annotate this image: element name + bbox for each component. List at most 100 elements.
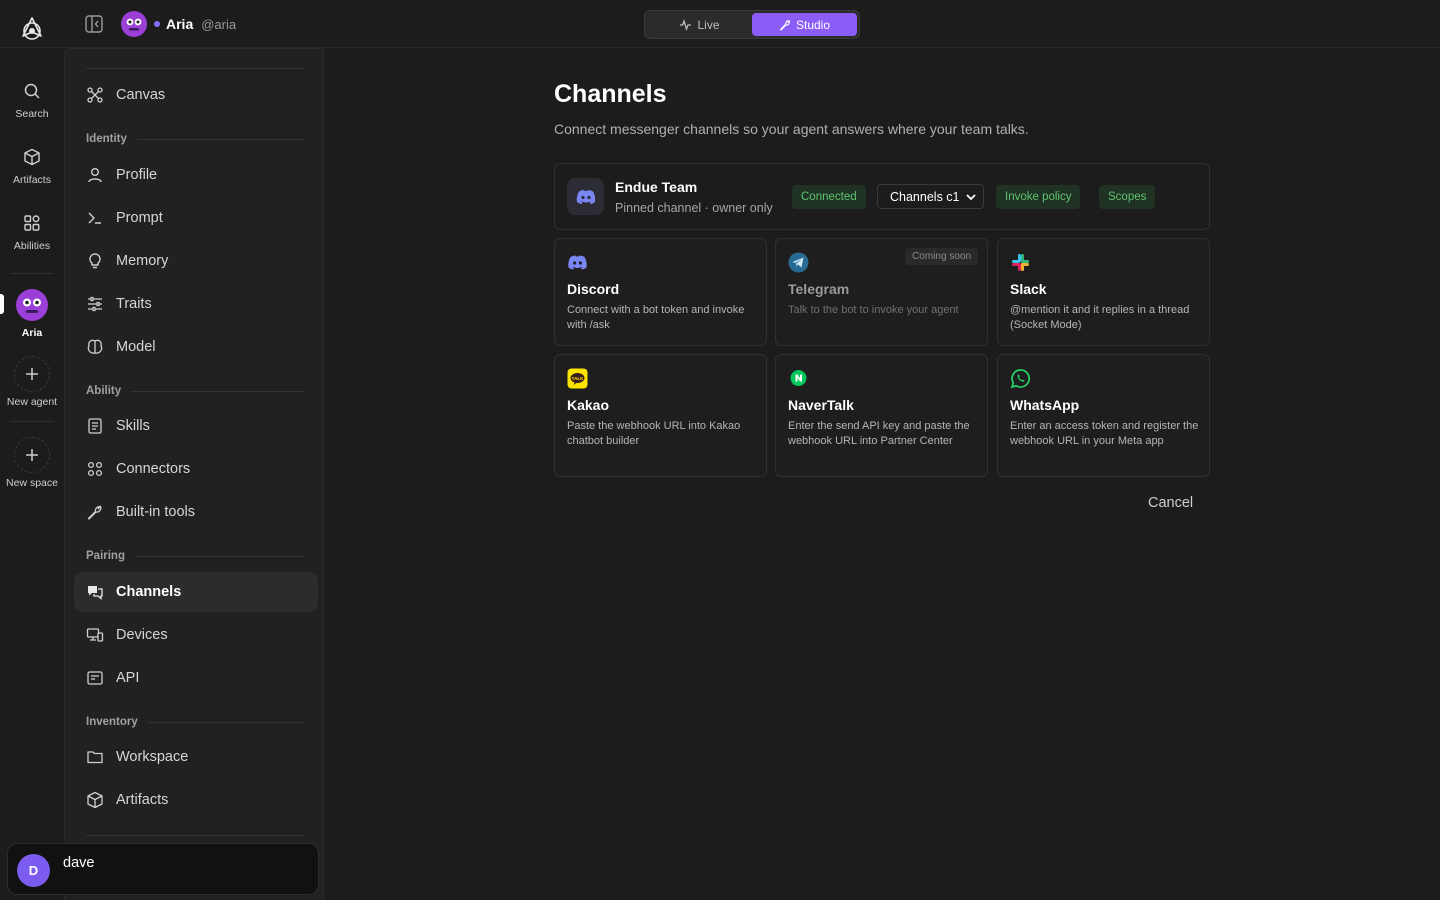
svg-text:TALK: TALK	[572, 376, 584, 381]
sidebar-item-traits[interactable]: Traits	[74, 284, 318, 324]
sidebar-divider	[86, 68, 305, 69]
page-title: Channels	[554, 80, 667, 108]
channel-name: Kakao	[567, 397, 610, 413]
app-logo-icon[interactable]	[19, 16, 45, 42]
channel-name: NaverTalk	[788, 397, 854, 413]
channel-card-whatsapp[interactable]: WhatsApp Enter an access token and regis…	[997, 354, 1210, 477]
pulse-icon	[680, 18, 692, 31]
connectors-icon	[87, 461, 103, 477]
user-avatar: D	[17, 854, 50, 887]
channel-description: Enter the send API key and paste the web…	[788, 420, 970, 447]
sidebar-item-label: Artifacts	[116, 792, 169, 808]
left-rail: Search Artifacts Abilities Aria New agen…	[0, 48, 64, 900]
sidebar-item-devices[interactable]: Devices	[74, 615, 318, 655]
rail-new-agent-label: New agent	[6, 396, 58, 408]
wrench-icon	[779, 19, 790, 31]
section-title: Pairing	[86, 550, 125, 562]
live-mode-button[interactable]: Live	[647, 13, 752, 36]
sidebar-item-canvas[interactable]: Canvas	[74, 75, 318, 115]
sidebar-toggle-icon[interactable]	[84, 14, 104, 34]
folder-icon	[87, 751, 103, 764]
sidebar-item-workspace[interactable]: Workspace	[74, 737, 318, 777]
sidebar-item-label: Channels	[116, 584, 182, 600]
channel-card-kakao[interactable]: TALK Kakao Paste the webhook URL into Ka…	[554, 354, 767, 477]
sidebar-item-label: Traits	[116, 296, 152, 312]
status-badge: Connected	[792, 185, 866, 209]
sidebar-item-artifacts[interactable]: Artifacts	[74, 780, 318, 820]
channel-card-telegram: Coming soon Telegram Talk to the bot to …	[775, 238, 988, 346]
channel-description: Talk to the bot to invoke your agent	[788, 304, 959, 316]
channel-description: @mention it and it replies in a thread (…	[1010, 304, 1190, 331]
sidebar-item-prompt[interactable]: Prompt	[74, 198, 318, 238]
rail-artifacts-label: Artifacts	[13, 174, 51, 186]
channel-select-value: Channels c1	[890, 189, 960, 204]
user-name: dave	[63, 855, 95, 871]
online-status-dot	[154, 21, 160, 27]
sidebar-item-memory[interactable]: Memory	[74, 241, 318, 281]
sidebar-item-label: Profile	[116, 167, 158, 183]
telegram-icon	[788, 252, 809, 273]
rail-artifacts[interactable]: Artifacts	[0, 148, 64, 186]
top-bar: Aria @aria Live Studio	[0, 0, 1440, 48]
channel-name: WhatsApp	[1010, 397, 1080, 413]
brain-icon	[87, 339, 103, 354]
rail-search[interactable]: Search	[0, 82, 64, 120]
discord-icon	[568, 255, 587, 270]
rail-agent-aria[interactable]: Aria	[0, 289, 64, 339]
section-title: Identity	[86, 133, 127, 145]
discord-icon	[567, 178, 604, 215]
sliders-icon	[88, 296, 102, 312]
rail-search-label: Search	[15, 108, 49, 120]
sidebar-item-connectors[interactable]: Connectors	[74, 449, 318, 489]
sidebar-item-label: Devices	[116, 627, 168, 643]
sidebar-item-skills[interactable]: Skills	[74, 406, 318, 446]
canvas-icon	[87, 87, 103, 103]
rail-new-space[interactable]: New space	[0, 437, 64, 489]
section-pairing: Pairing	[86, 550, 305, 562]
studio-mode-label: Studio	[795, 17, 831, 32]
section-inventory: Inventory	[86, 716, 305, 728]
new-space-circle	[14, 437, 50, 473]
devices-icon	[86, 628, 104, 642]
plus-icon	[26, 368, 38, 380]
invoke-policy-button[interactable]: Invoke policy	[996, 185, 1081, 209]
skills-icon	[88, 418, 102, 434]
sidebar-item-label: Workspace	[116, 749, 189, 765]
rail-divider	[10, 421, 54, 422]
sidebar-item-profile[interactable]: Profile	[74, 155, 318, 195]
rail-abilities[interactable]: Abilities	[0, 214, 64, 252]
channel-description: Enter an access token and register the w…	[1010, 420, 1199, 447]
rail-new-agent[interactable]: New agent	[0, 356, 64, 408]
whatsapp-icon	[1010, 369, 1030, 389]
grid-icon	[24, 215, 40, 231]
plus-icon	[26, 449, 38, 461]
cancel-button[interactable]: Cancel	[1148, 495, 1193, 511]
agent-avatar	[121, 11, 147, 37]
kakao-icon: TALK	[567, 368, 588, 389]
coming-soon-badge: Coming soon	[905, 248, 978, 265]
user-icon	[88, 168, 102, 183]
channel-description: Connect with a bot token and invoke with…	[567, 304, 745, 331]
channel-card-navertalk[interactable]: NaverTalk Enter the send API key and pas…	[775, 354, 988, 477]
studio-mode-button[interactable]: Studio	[752, 13, 857, 36]
sidebar-item-built-in-tools[interactable]: Built-in tools	[74, 492, 318, 532]
sidebar-item-label: Canvas	[116, 87, 166, 103]
lightbulb-icon	[89, 253, 101, 269]
channel-description: Paste the webhook URL into Kakao chatbot…	[567, 420, 741, 447]
sidebar-item-label: Connectors	[116, 461, 191, 477]
agent-header[interactable]: Aria @aria	[121, 11, 236, 37]
sidebar-item-api[interactable]: API	[74, 658, 318, 698]
channel-select[interactable]: Channels c1	[877, 184, 984, 209]
sidebar-item-label: Built-in tools	[116, 504, 195, 520]
channel-card-discord[interactable]: Discord Connect with a bot token and inv…	[554, 238, 767, 346]
scopes-button[interactable]: Scopes	[1099, 185, 1156, 209]
rail-abilities-label: Abilities	[13, 240, 51, 252]
sidebar-item-model[interactable]: Model	[74, 327, 318, 367]
user-account-card[interactable]: D dave	[7, 843, 319, 895]
channel-card-slack[interactable]: Slack @mention it and it replies in a th…	[997, 238, 1210, 346]
sidebar-item-channels[interactable]: Channels	[74, 572, 318, 612]
new-agent-circle	[14, 356, 50, 392]
section-title: Ability	[86, 385, 122, 397]
live-mode-label: Live	[697, 17, 720, 32]
wrench-icon	[87, 505, 102, 520]
